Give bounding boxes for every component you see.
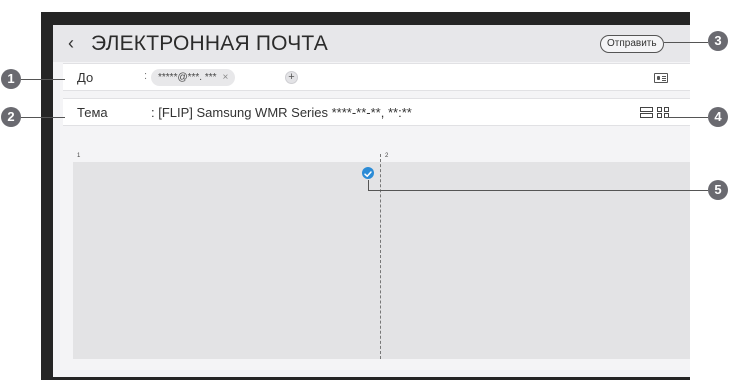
layout-list-icon[interactable] [640, 107, 653, 119]
page-number-2: 2 [385, 153, 389, 159]
callout-3: 3 [708, 31, 728, 51]
remove-recipient-icon[interactable]: × [223, 72, 229, 83]
callout-3-leader [664, 42, 708, 43]
send-button[interactable]: Отправить [600, 35, 664, 53]
back-chevron-icon[interactable]: ‹ [68, 32, 74, 54]
recipient-row: До : *****@***. *** × + [63, 63, 690, 91]
callout-5-leader-vertical [368, 180, 369, 190]
recipient-chip[interactable]: *****@***. *** × [151, 69, 236, 86]
callout-4-leader [665, 117, 708, 118]
check-circle-icon[interactable] [362, 167, 374, 179]
callout-1: 1 [1, 69, 21, 89]
recipient-label: До [77, 70, 94, 85]
page-divider [380, 154, 381, 359]
manual-illustration: ‹ ЭЛЕКТРОННАЯ ПОЧТА Отправить До : *****… [0, 0, 731, 383]
page-preview-area[interactable] [73, 154, 690, 359]
recipient-separator: : [144, 70, 148, 82]
add-recipient-button[interactable]: + [285, 71, 298, 84]
contact-card-icon[interactable] [654, 73, 668, 83]
display-screen: ‹ ЭЛЕКТРОННАЯ ПОЧТА Отправить До : *****… [41, 12, 690, 380]
callout-2: 2 [1, 107, 21, 127]
page-number-1: 1 [77, 153, 81, 159]
callout-4: 4 [708, 107, 728, 127]
email-panel: ‹ ЭЛЕКТРОННАЯ ПОЧТА Отправить До : *****… [53, 25, 690, 377]
subject-label: Тема [77, 105, 108, 120]
subject-row: Тема : [FLIP] Samsung WMR Series ****-**… [63, 98, 690, 126]
callout-5: 5 [708, 180, 728, 200]
subject-field[interactable]: : [FLIP] Samsung WMR Series ****-**-**, … [151, 105, 412, 121]
callout-2-leader [21, 117, 65, 118]
callout-1-leader [21, 79, 65, 80]
title-bar: ‹ ЭЛЕКТРОННАЯ ПОЧТА Отправить [53, 25, 690, 62]
recipient-address: *****@***. *** [158, 72, 217, 83]
callout-5-leader [368, 190, 708, 191]
page-title: ЭЛЕКТРОННАЯ ПОЧТА [91, 32, 328, 55]
